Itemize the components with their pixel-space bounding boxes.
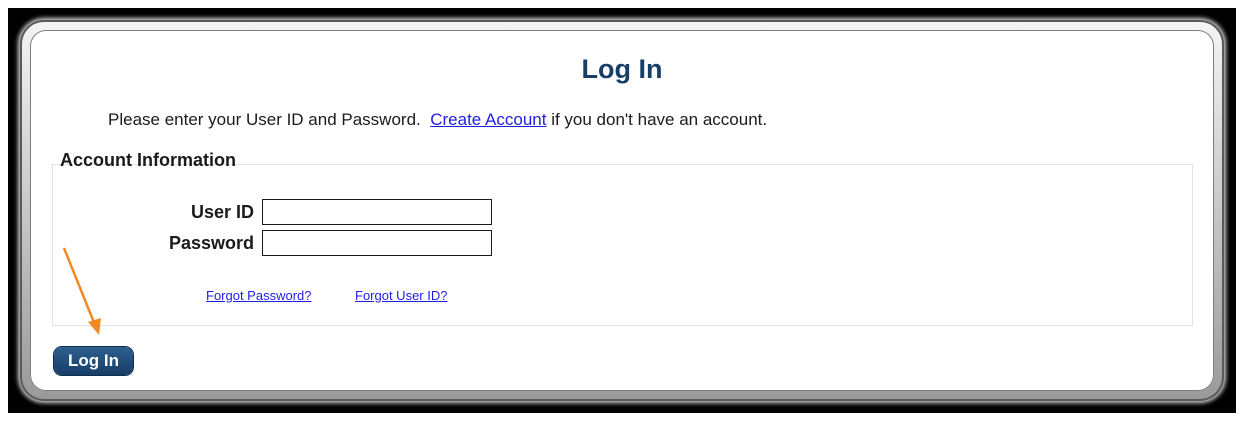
- login-panel: Log In Please enter your User ID and Pas…: [30, 30, 1214, 391]
- forgot-user-id-link[interactable]: Forgot User ID?: [355, 288, 447, 303]
- account-information-legend: Account Information: [60, 150, 236, 170]
- password-input[interactable]: [262, 230, 492, 256]
- login-button[interactable]: Log In: [54, 347, 133, 375]
- user-id-input[interactable]: [262, 199, 492, 225]
- outer-frame: Log In Please enter your User ID and Pas…: [8, 8, 1236, 413]
- password-label: Password: [168, 233, 254, 253]
- create-account-link[interactable]: Create Account: [430, 110, 546, 129]
- intro-text: Please enter your User ID and Password. …: [108, 110, 767, 130]
- intro-before-text: Please enter your User ID and Password.: [108, 110, 421, 129]
- intro-after-text: if you don't have an account.: [551, 110, 768, 129]
- frame-bevel: Log In Please enter your User ID and Pas…: [22, 22, 1222, 399]
- page-title: Log In: [581, 54, 663, 84]
- forgot-password-link[interactable]: Forgot Password?: [206, 288, 312, 303]
- user-id-label: User ID: [190, 202, 254, 222]
